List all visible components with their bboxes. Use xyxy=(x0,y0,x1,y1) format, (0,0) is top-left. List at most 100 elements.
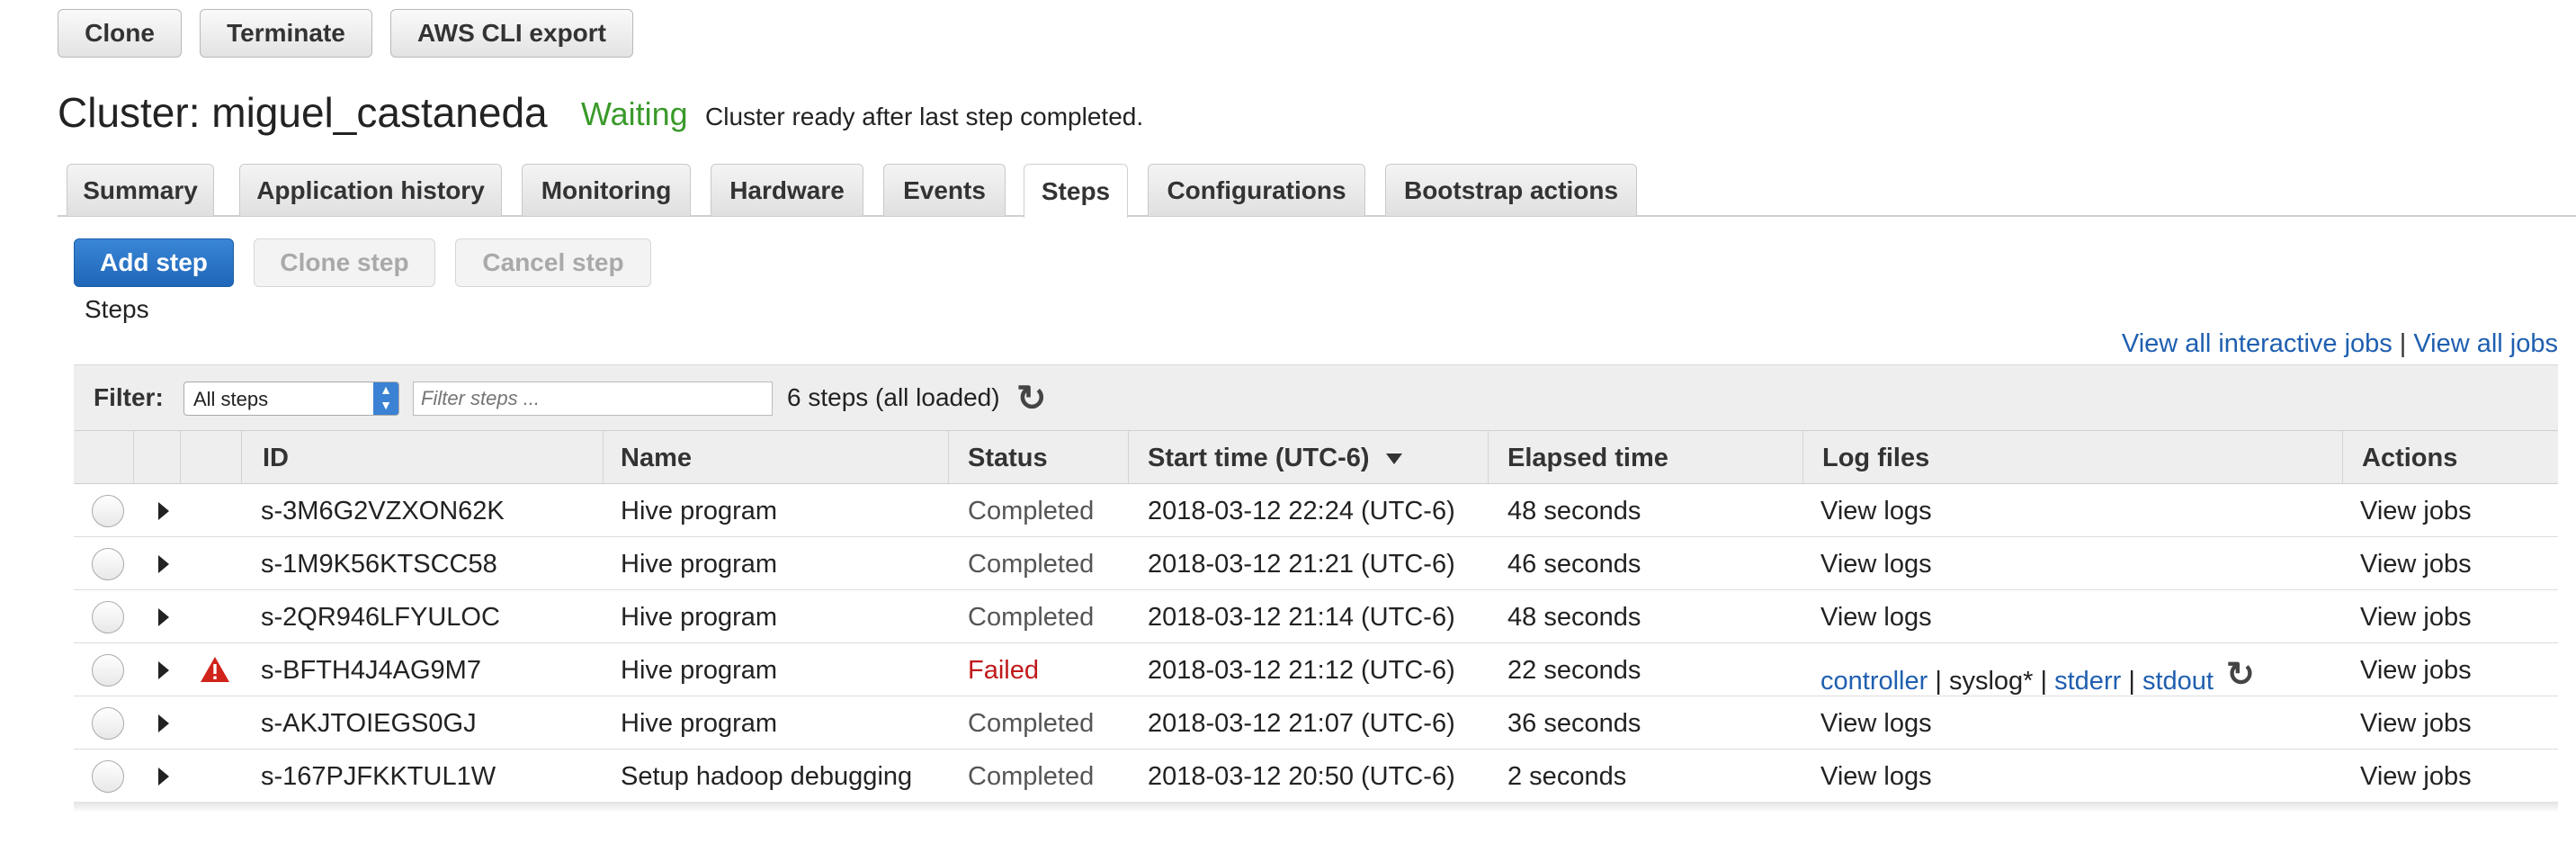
step-id: s-3M6G2VZXON62K xyxy=(261,497,505,525)
view-logs-link[interactable]: View logs xyxy=(1820,550,1932,579)
view-jobs-link[interactable]: View jobs xyxy=(2360,762,2472,792)
view-jobs-link[interactable]: View jobs xyxy=(2360,550,2472,579)
job-links: View all interactive jobs | View all job… xyxy=(2122,329,2558,359)
filter-label: Filter: xyxy=(94,383,164,411)
view-jobs-link[interactable]: View jobs xyxy=(2360,709,2472,739)
tab-configurations[interactable]: Configurations xyxy=(1148,164,1365,216)
column-id[interactable]: ID xyxy=(263,444,289,473)
column-status[interactable]: Status xyxy=(968,444,1048,473)
step-filter-selected: All steps xyxy=(193,388,269,410)
expand-row-icon[interactable] xyxy=(158,555,169,573)
step-name: Hive program xyxy=(621,550,778,579)
header-divider xyxy=(948,431,949,483)
view-logs-link[interactable]: View logs xyxy=(1820,709,1932,739)
cluster-title: Cluster: miguel_castaneda xyxy=(58,89,548,136)
step-id: s-BFTH4J4AG9M7 xyxy=(261,656,481,685)
view-all-interactive-jobs-link[interactable]: View all interactive jobs xyxy=(2122,329,2393,359)
step-filter-select[interactable]: All steps ▲ ▼ xyxy=(183,382,399,416)
row-select-radio[interactable] xyxy=(92,760,124,793)
refresh-logs-icon[interactable]: ↻ xyxy=(2226,656,2255,694)
stdout-log-link[interactable]: stdout xyxy=(2142,667,2214,696)
cluster-state-message: Cluster ready after last step completed. xyxy=(705,103,1144,130)
step-elapsed: 36 seconds xyxy=(1507,709,1641,738)
step-start-time: 2018-03-12 20:50 (UTC-6) xyxy=(1148,762,1455,791)
steps-count: 6 steps (all loaded) xyxy=(787,383,1000,411)
view-logs-link[interactable]: View logs xyxy=(1820,603,1932,633)
link-separator: | xyxy=(2399,329,2407,358)
tab-monitoring[interactable]: Monitoring xyxy=(522,164,691,216)
view-jobs-link[interactable]: View jobs xyxy=(2360,656,2472,686)
column-start-time[interactable]: Start time (UTC-6) xyxy=(1148,444,1402,473)
stderr-log-link[interactable]: stderr xyxy=(2054,667,2121,696)
table-row: s-BFTH4J4AG9M7 Hive program Failed 2018-… xyxy=(74,643,2558,696)
step-id: s-AKJTOIEGS0GJ xyxy=(261,709,477,738)
log-separator: | xyxy=(2128,667,2135,696)
header-divider xyxy=(1128,431,1129,483)
row-select-radio[interactable] xyxy=(92,601,124,633)
tab-events[interactable]: Events xyxy=(883,164,1006,216)
tab-steps[interactable]: Steps xyxy=(1024,164,1128,218)
filter-steps-input[interactable] xyxy=(413,382,773,416)
step-status: Completed xyxy=(968,497,1095,525)
terminate-button[interactable]: Terminate xyxy=(200,9,372,58)
step-status: Completed xyxy=(968,603,1095,632)
column-log-files: Log files xyxy=(1822,444,1930,472)
step-status: Completed xyxy=(968,550,1095,579)
row-select-radio[interactable] xyxy=(92,495,124,527)
view-logs-link[interactable]: View logs xyxy=(1820,497,1932,526)
tab-summary[interactable]: Summary xyxy=(67,164,214,216)
header-divider xyxy=(1488,431,1489,483)
view-logs-link[interactable]: View logs xyxy=(1820,762,1932,792)
cluster-state: Waiting xyxy=(581,95,688,132)
step-start-time: 2018-03-12 21:12 (UTC-6) xyxy=(1148,656,1455,685)
header-divider xyxy=(241,431,242,483)
row-select-radio[interactable] xyxy=(92,548,124,580)
step-id: s-167PJFKKTUL1W xyxy=(261,762,496,791)
expand-row-icon[interactable] xyxy=(158,714,169,732)
tab-application-history[interactable]: Application history xyxy=(239,164,502,216)
log-file-links: controller | syslog* | stderr | stdout ↻ xyxy=(1820,656,2255,698)
header-divider xyxy=(133,431,134,483)
expand-row-icon[interactable] xyxy=(158,768,169,786)
warning-icon xyxy=(201,657,229,682)
step-name: Hive program xyxy=(621,709,778,738)
step-name: Hive program xyxy=(621,656,778,685)
tab-bootstrap-actions[interactable]: Bootstrap actions xyxy=(1385,164,1637,216)
step-name: Hive program xyxy=(621,497,778,525)
column-elapsed-time[interactable]: Elapsed time xyxy=(1507,444,1668,473)
step-name: Setup hadoop debugging xyxy=(621,762,913,791)
view-jobs-link[interactable]: View jobs xyxy=(2360,603,2472,633)
view-jobs-link[interactable]: View jobs xyxy=(2360,497,2472,526)
sort-desc-icon xyxy=(1385,453,1402,465)
table-row: s-167PJFKKTUL1W Setup hadoop debugging C… xyxy=(74,750,2558,803)
controller-log-link[interactable]: controller xyxy=(1820,667,1928,696)
column-name[interactable]: Name xyxy=(621,444,692,473)
table-row: s-AKJTOIEGS0GJ Hive program Completed 20… xyxy=(74,696,2558,750)
table-row: s-2QR946LFYULOC Hive program Completed 2… xyxy=(74,590,2558,643)
steps-table-header: ID Name Status Start time (UTC-6) Elapse… xyxy=(74,431,2558,484)
step-elapsed: 48 seconds xyxy=(1507,497,1641,525)
refresh-icon[interactable]: ↻ xyxy=(1016,378,1047,419)
tab-hardware[interactable]: Hardware xyxy=(711,164,863,216)
clone-button[interactable]: Clone xyxy=(58,9,182,58)
step-elapsed: 22 seconds xyxy=(1507,656,1641,685)
step-status: Failed xyxy=(968,656,1039,685)
step-start-time: 2018-03-12 22:24 (UTC-6) xyxy=(1148,497,1455,525)
view-all-jobs-link[interactable]: View all jobs xyxy=(2413,329,2558,359)
expand-row-icon[interactable] xyxy=(158,502,169,520)
aws-cli-export-button[interactable]: AWS CLI export xyxy=(390,9,633,58)
expand-row-icon[interactable] xyxy=(158,608,169,626)
row-select-radio[interactable] xyxy=(92,654,124,687)
row-select-radio[interactable] xyxy=(92,707,124,740)
step-elapsed: 2 seconds xyxy=(1507,762,1627,791)
step-start-time: 2018-03-12 21:21 (UTC-6) xyxy=(1148,550,1455,579)
cancel-step-button: Cancel step xyxy=(455,238,651,287)
header-divider xyxy=(180,431,181,483)
table-row: s-1M9K56KTSCC58 Hive program Completed 2… xyxy=(74,537,2558,590)
syslog-log-label: syslog* xyxy=(1948,667,2034,696)
expand-row-icon[interactable] xyxy=(158,661,169,679)
log-separator: | xyxy=(2040,667,2048,696)
step-start-time: 2018-03-12 21:14 (UTC-6) xyxy=(1148,603,1455,632)
add-step-button[interactable]: Add step xyxy=(74,238,234,287)
table-row: s-3M6G2VZXON62K Hive program Completed 2… xyxy=(74,484,2558,537)
